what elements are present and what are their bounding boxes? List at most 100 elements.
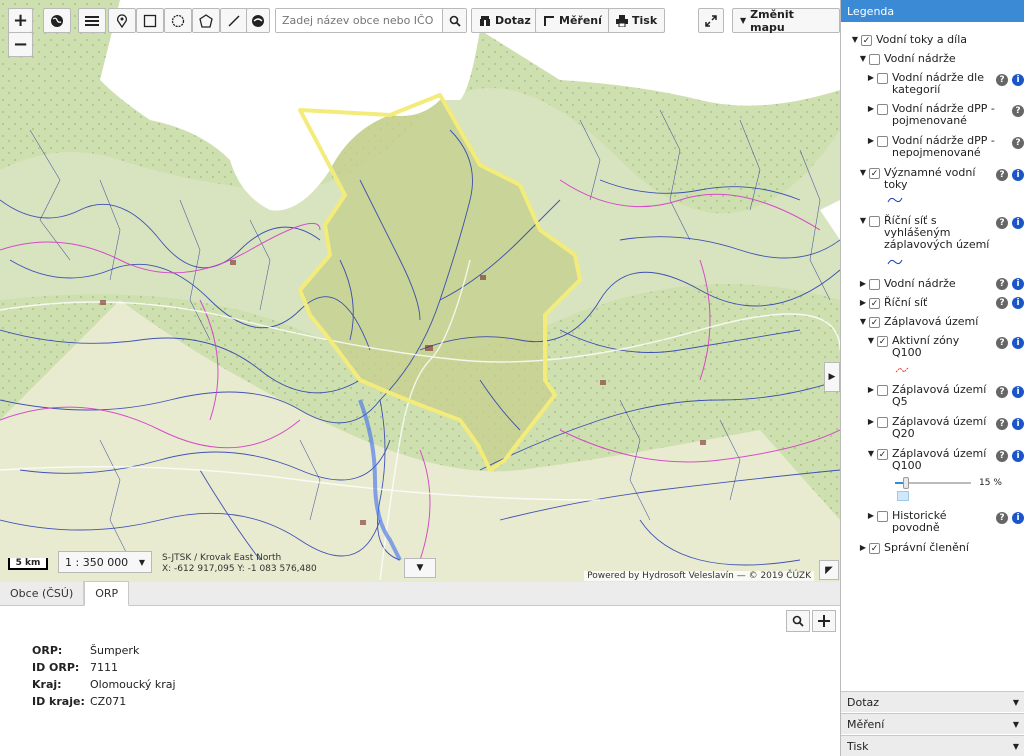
legend-item-vodni-nadrze[interactable]: ▼ Vodní nádrže [859, 53, 956, 65]
collapsed-triangle-icon[interactable]: ▶ [867, 135, 875, 147]
zoom-in-button[interactable]: + [8, 8, 33, 33]
change-map-button[interactable]: ▼ Změnit mapu [732, 8, 840, 34]
legend-item-nadrze-kategorie[interactable]: ▶ Vodní nádrže dle kategorií [867, 72, 984, 96]
accordion-measure[interactable]: Měření ▼ [841, 713, 1024, 734]
help-icon[interactable]: ? [996, 450, 1008, 462]
checkbox[interactable] [869, 54, 880, 65]
info-icon[interactable]: i [1012, 418, 1024, 430]
help-icon[interactable]: ? [1012, 105, 1024, 117]
expanded-triangle-icon[interactable]: ▼ [867, 335, 875, 347]
expanded-triangle-icon[interactable]: ▼ [851, 34, 859, 46]
help-icon[interactable]: ? [996, 418, 1008, 430]
checkbox-checked[interactable]: ✓ [861, 35, 872, 46]
tab-orp[interactable]: ORP [84, 581, 130, 606]
collapsed-triangle-icon[interactable]: ▶ [859, 542, 867, 554]
expanded-triangle-icon[interactable]: ▼ [859, 53, 867, 65]
bottom-panel-toggle-button[interactable]: ▼ [404, 558, 436, 578]
legend-item-nadrze-dpp-nepojmenovane[interactable]: ▶ Vodní nádrže dPP - nepojmenované [867, 135, 995, 159]
checkbox-checked[interactable]: ✓ [869, 298, 880, 309]
info-icon[interactable]: i [1012, 512, 1024, 524]
expanded-triangle-icon[interactable]: ▼ [859, 316, 867, 328]
info-icon[interactable]: i [1012, 386, 1024, 398]
info-icon[interactable]: i [1012, 74, 1024, 86]
info-icon[interactable]: i [1012, 217, 1024, 229]
checkbox[interactable] [877, 104, 888, 115]
legend-item-spravni-cleneni[interactable]: ▶ ✓ Správní členění [859, 542, 969, 554]
checkbox-checked[interactable]: ✓ [869, 317, 880, 328]
checkbox-checked[interactable]: ✓ [877, 336, 888, 347]
draw-circle-button[interactable] [164, 8, 192, 33]
checkbox[interactable] [877, 511, 888, 522]
measure-button[interactable]: Měření [535, 8, 610, 33]
help-icon[interactable]: ? [996, 512, 1008, 524]
help-icon[interactable]: ? [996, 278, 1008, 290]
opacity-slider-handle[interactable] [903, 477, 910, 489]
info-icon[interactable]: i [1012, 337, 1024, 349]
checkbox[interactable] [869, 216, 880, 227]
overview-map-button[interactable]: ◤ [819, 560, 839, 580]
globe-button[interactable] [43, 8, 71, 33]
info-icon[interactable]: i [1012, 278, 1024, 290]
checkbox-checked[interactable]: ✓ [869, 168, 880, 179]
info-icon[interactable]: i [1012, 450, 1024, 462]
legend-item-vodni-toky[interactable]: ▼ ✓ Vodní toky a díla [851, 34, 967, 46]
legend-item-aktivni-zony[interactable]: ▼ ✓ Aktivní zóny Q100 [867, 335, 959, 359]
collapsed-triangle-icon[interactable]: ▶ [867, 416, 875, 428]
checkbox[interactable] [877, 136, 888, 147]
checkbox[interactable] [877, 385, 888, 396]
help-icon[interactable]: ? [996, 169, 1008, 181]
legend-item-ricni-sit[interactable]: ▶ ✓ Říční síť [859, 297, 927, 309]
accordion-print[interactable]: Tisk ▼ [841, 735, 1024, 756]
pan-to-feature-button[interactable] [812, 610, 836, 632]
help-icon[interactable]: ? [996, 386, 1008, 398]
accordion-query[interactable]: Dotaz ▼ [841, 691, 1024, 712]
help-icon[interactable]: ? [996, 217, 1008, 229]
fullscreen-button[interactable] [698, 8, 724, 33]
checkbox[interactable] [869, 279, 880, 290]
layers-button[interactable] [246, 8, 270, 33]
draw-polygon-button[interactable] [192, 8, 220, 33]
collapsed-triangle-icon[interactable]: ▶ [867, 103, 875, 115]
expanded-triangle-icon[interactable]: ▼ [859, 167, 867, 179]
scale-select[interactable]: 1 : 350 000 ▼ [58, 551, 152, 573]
map-canvas[interactable]: + − Dotaz Měření Tisk [0, 0, 840, 582]
help-icon[interactable]: ? [996, 297, 1008, 309]
draw-rectangle-button[interactable] [136, 8, 164, 33]
search-button[interactable] [442, 9, 466, 32]
legend-item-ricni-sit-zaplavy[interactable]: ▼ Říční síť s vyhlášeným záplavových územ… [859, 215, 989, 251]
zoom-out-button[interactable]: − [8, 32, 33, 57]
collapsed-triangle-icon[interactable]: ▶ [867, 72, 875, 84]
collapsed-triangle-icon[interactable]: ▶ [859, 278, 867, 290]
legend-item-nadrze-dpp-pojmenovane[interactable]: ▶ Vodní nádrže dPP - pojmenované [867, 103, 995, 127]
expanded-triangle-icon[interactable]: ▼ [859, 215, 867, 227]
info-icon[interactable]: i [1012, 297, 1024, 309]
checkbox[interactable] [877, 417, 888, 428]
legend-item-zaplavy-q5[interactable]: ▶ Záplavová území Q5 [867, 384, 986, 408]
checkbox-checked[interactable]: ✓ [869, 543, 880, 554]
tab-obce[interactable]: Obce (ČSÚ) [0, 581, 85, 605]
help-icon[interactable]: ? [1012, 137, 1024, 149]
help-icon[interactable]: ? [996, 337, 1008, 349]
opacity-slider[interactable] [895, 477, 971, 489]
legend-item-zaplavy-q20[interactable]: ▶ Záplavová území Q20 [867, 416, 986, 440]
legend-toggle-button[interactable]: ▶ [824, 362, 840, 392]
search-input[interactable] [276, 9, 442, 32]
help-icon[interactable]: ? [996, 74, 1008, 86]
draw-point-button[interactable] [108, 8, 136, 33]
info-icon[interactable]: i [1012, 169, 1024, 181]
collapsed-triangle-icon[interactable]: ▶ [867, 384, 875, 396]
legend-item-vodni-nadrze-2[interactable]: ▶ Vodní nádrže [859, 278, 956, 290]
legend-item-historicke-povodne[interactable]: ▶ Historické povodně [867, 510, 947, 534]
legend-item-zaplavy-q100[interactable]: ▼ ✓ Záplavová území Q100 [867, 448, 986, 472]
menu-button[interactable] [78, 8, 106, 33]
legend-item-zaplavova-uzemi[interactable]: ▼ ✓ Záplavová území [859, 316, 978, 328]
collapsed-triangle-icon[interactable]: ▶ [867, 510, 875, 522]
print-button[interactable]: Tisk [608, 8, 666, 33]
expanded-triangle-icon[interactable]: ▼ [867, 448, 875, 460]
legend-item-vyznamne-toky[interactable]: ▼ ✓ Významné vodní toky [859, 167, 976, 191]
collapsed-triangle-icon[interactable]: ▶ [859, 297, 867, 309]
checkbox-checked[interactable]: ✓ [877, 449, 888, 460]
draw-line-button[interactable] [220, 8, 248, 33]
checkbox[interactable] [877, 73, 888, 84]
query-button[interactable]: Dotaz [471, 8, 539, 33]
